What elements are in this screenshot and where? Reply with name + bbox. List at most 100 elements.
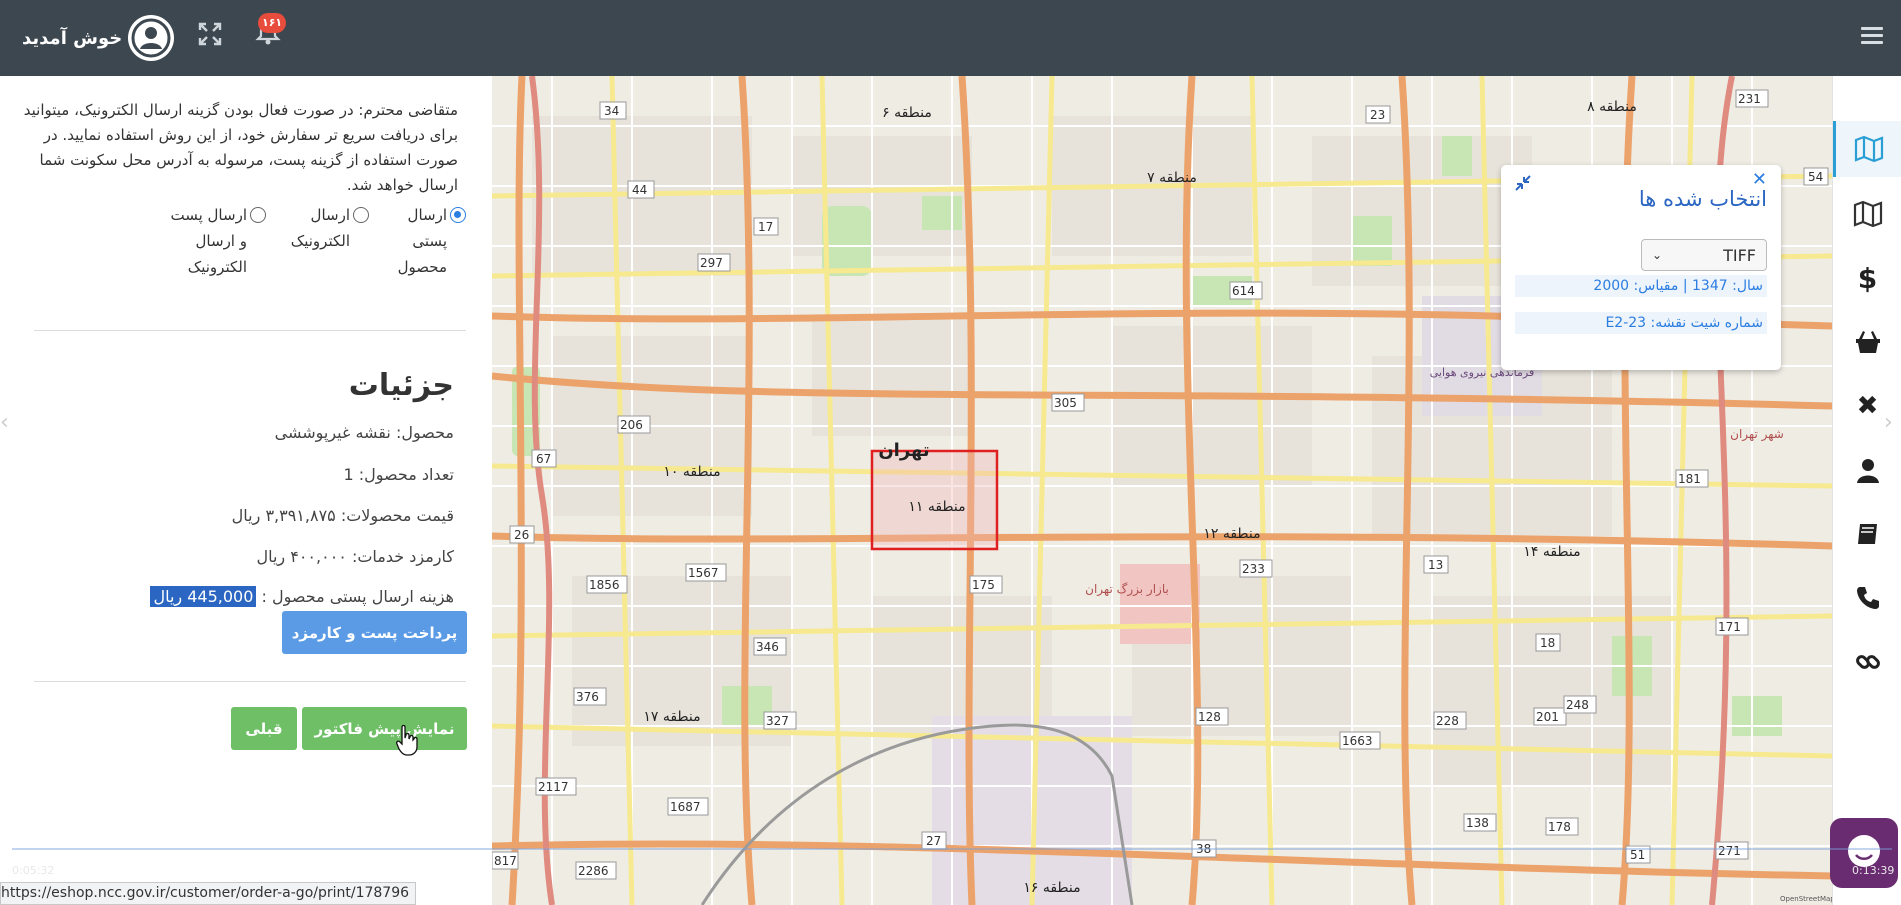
next-arrow-icon[interactable]: › — [1884, 410, 1893, 435]
welcome-text: خوش آمدید — [22, 27, 123, 49]
road-number: 614 — [1232, 284, 1255, 298]
details-title: جزئیات — [348, 368, 454, 403]
radio-both[interactable]: ارسال پست و ارسال الکترونیک — [167, 202, 266, 280]
map-label: منطقه ۱۴ — [1523, 544, 1580, 560]
time-elapsed: 0:05:32 — [12, 864, 55, 877]
map-label: منطقه ۱۷ — [643, 709, 700, 725]
user-avatar-icon[interactable] — [128, 15, 175, 61]
products-price: قیمت محصولات: ۳,۳۹۱,۸۷۵ ریال — [231, 506, 454, 525]
road-number: 18 — [1540, 636, 1555, 650]
postal-cost-value: 445,000 ریال — [150, 586, 257, 607]
postal-cost-label: هزینه ارسال پستی محصول : — [261, 587, 455, 606]
right-sidebar: $ ✖ — [1832, 76, 1901, 905]
postal-cost: هزینه ارسال پستی محصول : 445,000 ریال — [150, 586, 455, 607]
order-panel: متقاضی محترم: در صورت فعال بودن گزینه ار… — [0, 76, 492, 905]
road-number: 67 — [536, 452, 551, 466]
selection-popup: ✕ انتخاب شده ها TIFF ⌄ سال: 1347 | مقیاس… — [1501, 165, 1781, 370]
pay-postage-button[interactable]: پرداخت پست و کارمزد — [282, 611, 467, 654]
map-label: منطقه ۱۱ — [908, 499, 965, 515]
dollar-icon[interactable]: $ — [1833, 250, 1901, 306]
road-number: 297 — [700, 256, 723, 270]
video-progress-bar[interactable] — [12, 848, 1892, 850]
road-number: 13 — [1428, 558, 1443, 572]
map-label: منطقه ۷ — [1147, 170, 1197, 186]
product-name: محصول: نقشه غیرپوششی — [274, 423, 454, 442]
road-number: 305 — [1054, 396, 1077, 410]
radio-both-label: ارسال پست و ارسال الکترونیک — [170, 206, 247, 276]
road-number: 178 — [1548, 820, 1571, 834]
road-number: 175 — [972, 578, 995, 592]
road-number: 181 — [1678, 472, 1701, 486]
sheet-number-info: شماره شیت نقشه: E2-23 — [1515, 312, 1767, 334]
hamburger-menu-icon[interactable] — [1861, 27, 1883, 45]
service-fee: کارمزد خدمات: ۴۰۰,۰۰۰ ریال — [256, 547, 454, 566]
road-number: 376 — [576, 690, 599, 704]
road-number: 1856 — [589, 578, 620, 592]
radio-electronic-dot[interactable] — [353, 207, 369, 223]
road-number: 44 — [632, 183, 647, 197]
road-number: 346 — [756, 640, 779, 654]
divider — [34, 681, 466, 682]
shipping-notice: متقاضی محترم: در صورت فعال بودن گزینه ار… — [23, 101, 458, 194]
road-number: 201 — [1536, 710, 1559, 724]
status-url: https://eshop.ncc.gov.ir/customer/order-… — [0, 882, 417, 905]
show-invoice-button[interactable]: نمایش پیش فاکتور — [302, 707, 467, 750]
map-attribution: OpenStreetMap — [1780, 895, 1832, 903]
map-label: منطقه ۱۰ — [663, 464, 720, 480]
previous-button[interactable]: قبلی — [231, 707, 297, 750]
road-number: 34 — [604, 104, 619, 118]
phone-icon[interactable] — [1833, 570, 1901, 626]
road-number: 23 — [1370, 108, 1385, 122]
notification-badge: ۱۶۱ — [258, 13, 287, 33]
map-outline-icon[interactable] — [1833, 186, 1901, 242]
map-label: منطقه ۱۲ — [1203, 526, 1260, 542]
road-number: 248 — [1566, 698, 1589, 712]
road-number: 26 — [514, 528, 529, 542]
divider — [34, 330, 466, 331]
user-menu[interactable]: خوش آمدید — [22, 14, 175, 62]
road-number: 271 — [1718, 844, 1741, 858]
fullscreen-icon[interactable] — [196, 20, 224, 48]
book-icon[interactable] — [1833, 506, 1901, 562]
map-label: منطقه ۶ — [882, 105, 932, 121]
format-select-value: TIFF — [1723, 245, 1756, 265]
road-number: 233 — [1242, 562, 1265, 576]
map-label: شهر تهران — [1730, 427, 1784, 442]
road-number: 228 — [1436, 714, 1459, 728]
road-number: 171 — [1718, 620, 1741, 634]
radio-postal-label: ارسال پستی محصول — [397, 206, 447, 276]
time-total: 0:13:39 — [1852, 864, 1895, 877]
road-number: 138 — [1466, 816, 1489, 830]
road-number: 51 — [1630, 848, 1645, 862]
radio-electronic[interactable]: ارسال الکترونیک — [276, 202, 369, 280]
basket-icon[interactable] — [1833, 314, 1901, 370]
top-navbar: خوش آمدید ۱۶۱ — [0, 0, 1901, 76]
user-icon[interactable] — [1833, 442, 1901, 498]
product-quantity: تعداد محصول: 1 — [343, 465, 454, 484]
prev-arrow-icon[interactable]: ‹ — [0, 410, 9, 435]
format-select[interactable]: TIFF ⌄ — [1641, 239, 1767, 271]
map-label: منطقه ۱۶ — [1023, 880, 1080, 896]
chat-widget[interactable] — [1830, 818, 1898, 888]
popup-title: انتخاب شده ها — [1638, 187, 1767, 211]
minimize-popup-icon[interactable] — [1513, 173, 1533, 193]
radio-postal[interactable]: ارسال پستی محصول — [379, 202, 466, 280]
road-number: 327 — [766, 714, 789, 728]
road-number: 1687 — [670, 800, 701, 814]
map-label: منطقه ۸ — [1587, 99, 1637, 115]
road-number: 17 — [758, 220, 773, 234]
road-number: 2117 — [538, 780, 569, 794]
city-label: تهران — [878, 440, 929, 461]
road-number: 1663 — [1342, 734, 1373, 748]
road-number: 817 — [494, 854, 517, 868]
road-number: 54 — [1808, 170, 1823, 184]
road-number: 206 — [620, 418, 643, 432]
map-icon[interactable] — [1833, 121, 1901, 177]
radio-postal-dot[interactable] — [450, 207, 466, 223]
year-scale-info: سال: 1347 | مقیاس: 2000 — [1515, 275, 1767, 297]
chevron-down-icon: ⌄ — [1652, 248, 1663, 262]
shipping-options: ارسال پستی محصول ارسال الکترونیک ارسال پ… — [166, 202, 466, 280]
link-icon[interactable] — [1833, 634, 1901, 690]
map-label: بازار بزرگ تهران — [1085, 582, 1169, 597]
radio-both-dot[interactable] — [250, 207, 266, 223]
